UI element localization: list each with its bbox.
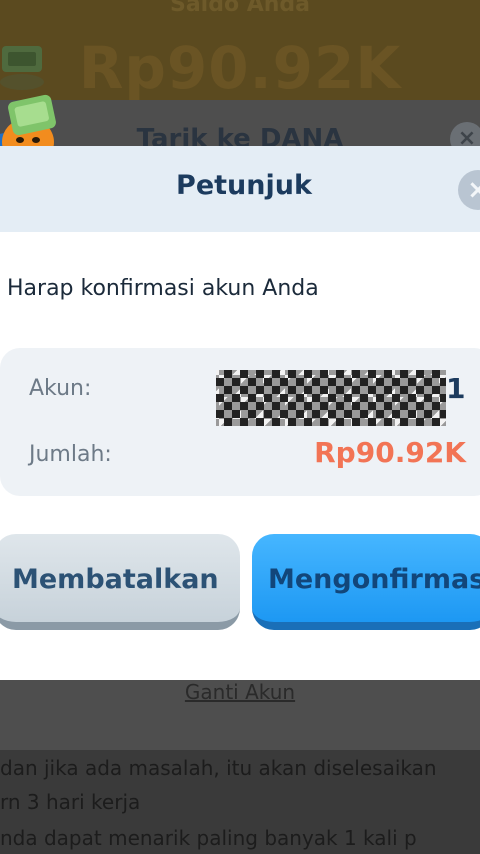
background-notes: dan jika ada masalah, itu akan diselesai… [0, 750, 480, 854]
account-number-redacted [216, 370, 446, 426]
cancel-button[interactable]: Membatalkan [0, 534, 240, 630]
confirm-button[interactable]: Mengonfirmasi [252, 534, 480, 630]
confirm-button-label: Mengonfirmasi [268, 564, 480, 595]
note-line: nda dapat menarik paling banyak 1 kali p [0, 826, 417, 850]
account-label: Akun: [29, 376, 92, 401]
account-info-card: Akun: 1 Jumlah: Rp90.92K [0, 348, 480, 496]
dialog-header: Petunjuk × [0, 146, 480, 232]
confirm-dialog: Petunjuk × Harap konfirmasi akun Anda Ak… [0, 146, 480, 680]
dialog-title: Petunjuk [176, 170, 312, 201]
amount-value: Rp90.92K [314, 436, 466, 469]
amount-label: Jumlah: [29, 442, 112, 467]
cancel-button-label: Membatalkan [12, 564, 219, 595]
balance-label: Saldo Anda [169, 0, 311, 17]
note-line: rn 3 hari kerja [0, 790, 141, 814]
note-line: dan jika ada masalah, itu akan diselesai… [0, 756, 437, 780]
change-account-link[interactable]: Ganti Akun [0, 680, 480, 704]
account-number-tail: 1 [446, 372, 466, 405]
dialog-message: Harap konfirmasi akun Anda [7, 276, 319, 301]
